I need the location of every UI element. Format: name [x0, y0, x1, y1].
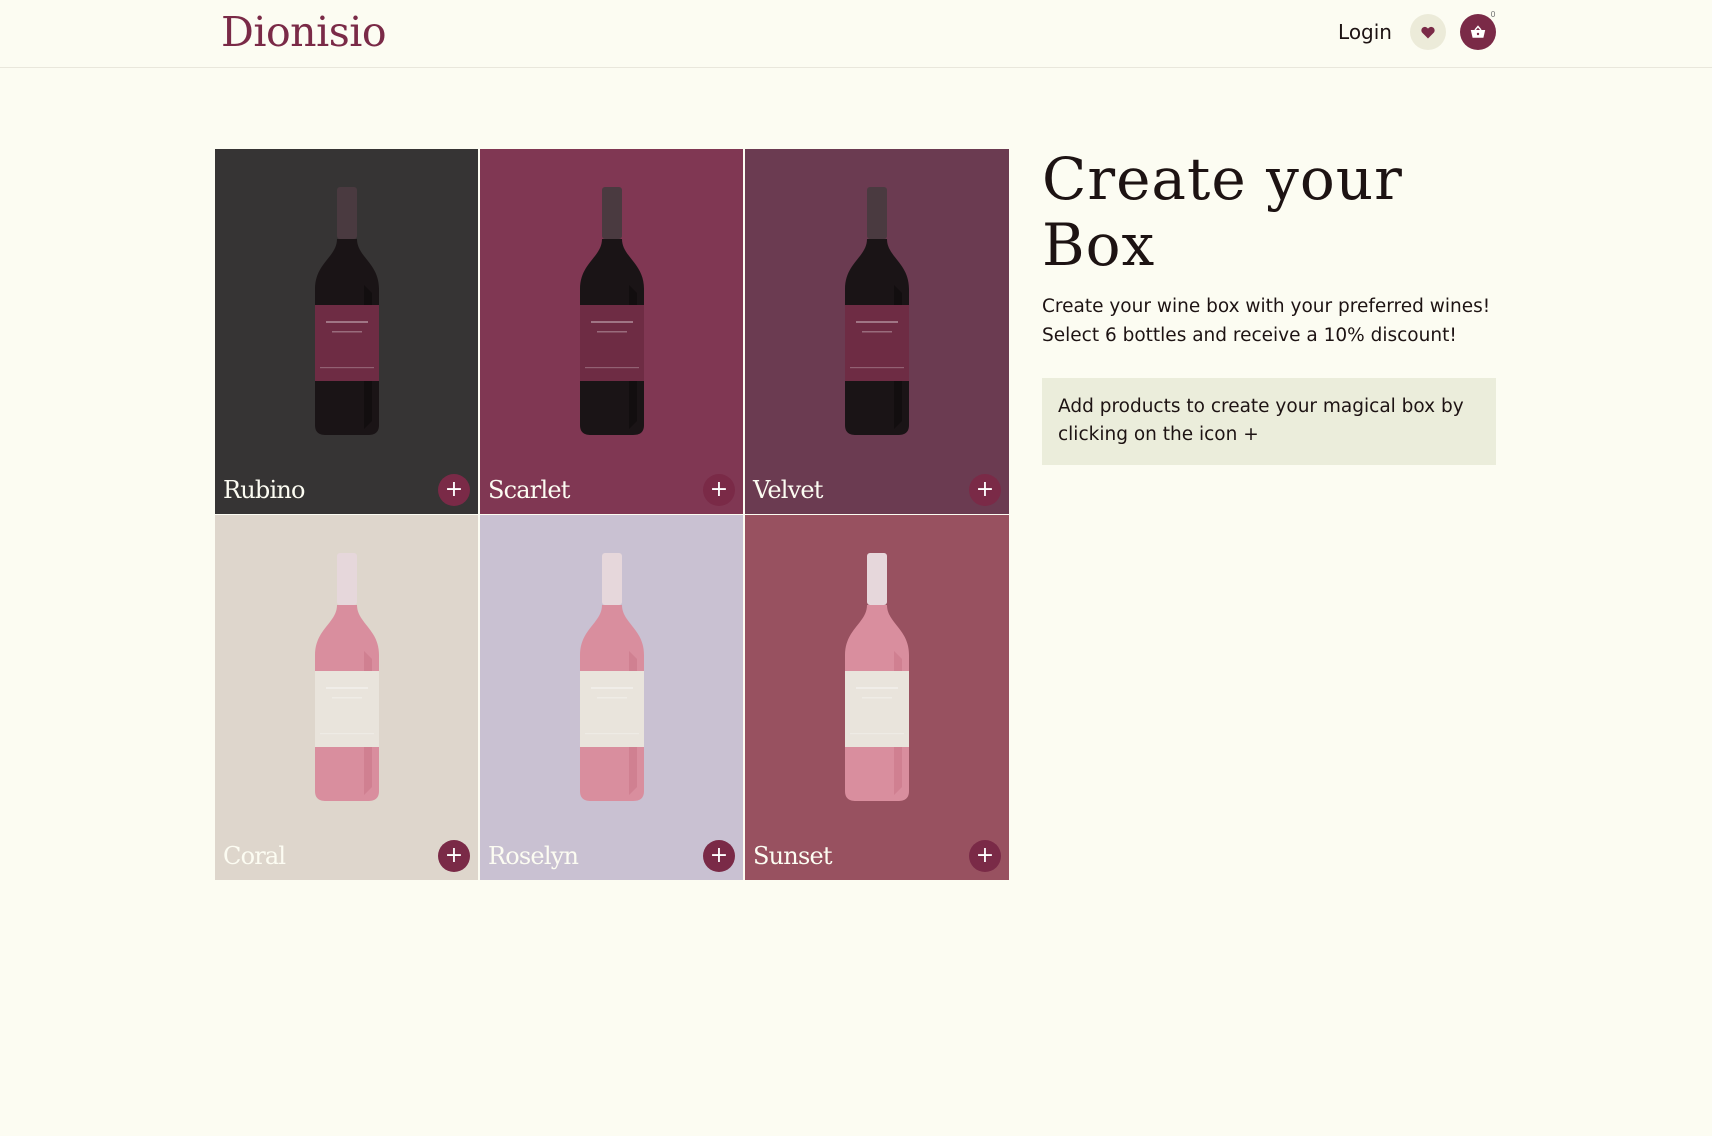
product-card[interactable]: Roselyn +: [480, 515, 743, 880]
login-link[interactable]: Login: [1338, 20, 1392, 44]
description-line: Create your wine box with your preferred…: [1042, 296, 1491, 317]
header-actions: Login 0: [1338, 9, 1498, 50]
add-to-box-button[interactable]: +: [969, 474, 1001, 506]
wine-bottle-image: [845, 187, 909, 435]
box-empty-hint: Add products to create your magical box …: [1042, 378, 1496, 465]
product-name: Coral: [223, 842, 286, 870]
product-name: Roselyn: [488, 842, 579, 870]
wine-bottle-image: [845, 553, 909, 801]
site-header: Dionisio Login 0: [0, 0, 1712, 68]
add-to-box-button[interactable]: +: [438, 840, 470, 872]
basket-icon: [1470, 25, 1486, 38]
add-to-box-button[interactable]: +: [969, 840, 1001, 872]
add-to-box-button[interactable]: +: [703, 474, 735, 506]
page-title: Create your Box: [1042, 145, 1403, 279]
product-card[interactable]: Rubino +: [215, 149, 478, 514]
product-name: Rubino: [223, 476, 305, 504]
wine-bottle-image: [579, 553, 644, 801]
product-card[interactable]: Scarlet +: [480, 149, 743, 514]
add-to-box-button[interactable]: +: [703, 840, 735, 872]
wine-bottle-image: [314, 187, 379, 435]
add-to-box-button[interactable]: +: [438, 474, 470, 506]
product-card[interactable]: Sunset +: [745, 515, 1009, 880]
box-info-panel: Create your Box Create your wine box wit…: [1042, 146, 1496, 465]
cart-button[interactable]: 0: [1460, 9, 1498, 50]
site-logo[interactable]: Dionisio: [221, 6, 387, 58]
product-card[interactable]: Coral +: [215, 515, 478, 880]
product-card[interactable]: Velvet +: [745, 149, 1009, 514]
wine-bottle-image: [579, 187, 644, 435]
wine-bottle-image: [314, 553, 379, 801]
product-name: Velvet: [753, 476, 823, 504]
description-line: Select 6 bottles and receive a 10% disco…: [1042, 325, 1457, 346]
product-grid: Rubino + Scarlet + Velvet + Coral + Roselyn + Suns…: [215, 149, 1009, 881]
product-name: Sunset: [753, 842, 833, 870]
cart-count-badge: 0: [1488, 9, 1498, 19]
box-description: Create your wine box with your preferred…: [1042, 292, 1496, 350]
heart-icon: [1421, 26, 1435, 38]
product-name: Scarlet: [488, 476, 570, 504]
favorites-button[interactable]: [1410, 14, 1446, 50]
